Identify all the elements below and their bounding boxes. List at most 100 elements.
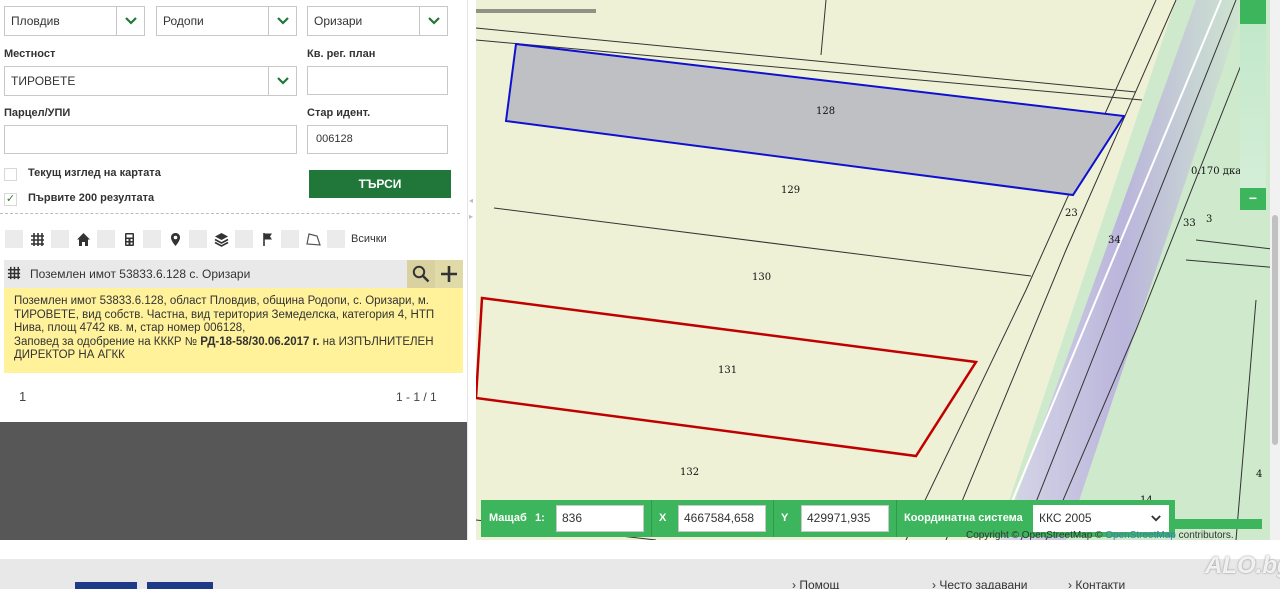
cadastral-map[interactable]: 128 129 130 131 132 23 34 33 3 14 4 0.17… <box>476 0 1280 540</box>
collapse-arrow-icon: ◂ <box>469 196 474 205</box>
order-prefix: Заповед за одобрение на КККР № <box>14 335 198 348</box>
current-view-label: Текущ изглед на картата <box>28 167 161 179</box>
y-label: Y <box>781 512 789 524</box>
bar-separator <box>651 500 652 537</box>
zoom-in-button[interactable] <box>1240 0 1266 24</box>
scale-prefix: 1: <box>535 512 545 524</box>
obshtina-select[interactable]: Родопи <box>156 6 297 36</box>
zemlishte-select[interactable]: Оризари <box>307 6 448 36</box>
footer-link-help[interactable]: › Помощ <box>792 578 839 589</box>
zoom-slider[interactable] <box>1240 0 1266 210</box>
mestnost-select[interactable]: ТИРОВЕТЕ <box>4 66 297 96</box>
grid-icon[interactable] <box>28 230 46 248</box>
order-number: РД-18-58/30.06.2017 г. <box>200 335 320 348</box>
filter-checkbox-buildings[interactable] <box>51 230 69 248</box>
old-id-input[interactable]: 006128 <box>307 125 448 154</box>
crs-value: ККС 2005 <box>1039 511 1092 525</box>
search-button[interactable]: ТЪРСИ <box>309 170 451 198</box>
zemlishte-value: Оризари <box>314 14 363 28</box>
page-footer: › Помощ › Често задавани › Контакти <box>0 559 1280 589</box>
chevron-down-icon <box>1151 515 1161 522</box>
area-label: 0.170 дка <box>1191 166 1241 177</box>
chevron-down-icon <box>116 7 144 35</box>
kv-input[interactable] <box>307 66 448 95</box>
scale-input[interactable]: 836 <box>556 505 644 532</box>
map-bar-extension <box>1175 519 1262 529</box>
scale-label: Мащаб <box>489 512 527 524</box>
filter-checkbox-points[interactable] <box>143 230 161 248</box>
empty-panel-area <box>0 422 467 540</box>
result-header[interactable]: Поземлен имот 53833.6.128 с. Оризари <box>4 260 463 288</box>
crs-select[interactable]: ККС 2005 <box>1033 505 1169 532</box>
filter-checkbox-plots[interactable] <box>5 230 23 248</box>
pagination-range: 1 - 1 / 1 <box>396 390 437 404</box>
result-title: Поземлен имот 53833.6.128 с. Оризари <box>30 267 251 281</box>
kv-label: Кв. рег. план <box>307 48 376 60</box>
filter-checkbox-units[interactable] <box>97 230 115 248</box>
x-input[interactable]: 4667584,658 <box>678 505 766 532</box>
home-icon[interactable] <box>74 230 92 248</box>
parcel-input[interactable] <box>4 125 297 154</box>
footer-link-faq[interactable]: › Често задавани <box>932 578 1027 589</box>
location-pin-icon[interactable] <box>166 230 184 248</box>
chevron-down-icon <box>419 7 447 35</box>
polygon-icon[interactable] <box>304 230 322 248</box>
plot-label-3: 3 <box>1206 214 1212 225</box>
parcel-label: Парцел/УПИ <box>4 107 71 119</box>
check-icon: ✓ <box>5 193 16 205</box>
divider <box>0 213 460 214</box>
plot-131-highlight[interactable] <box>476 296 979 458</box>
current-view-checkbox[interactable] <box>4 168 17 181</box>
filter-checkbox-markers[interactable] <box>235 230 253 248</box>
plot-label-131: 131 <box>718 365 737 376</box>
app-window: Пловдив Родопи Оризари Местност Кв. рег.… <box>0 0 1280 589</box>
search-icon <box>412 265 430 283</box>
watermark: ALO.bg <box>1205 552 1280 579</box>
old-id-label: Стар идент. <box>307 107 371 119</box>
bar-separator <box>773 500 774 537</box>
zoom-to-result-button[interactable] <box>407 260 435 288</box>
eu-logo[interactable] <box>147 582 213 589</box>
oblast-select[interactable]: Пловдив <box>4 6 145 36</box>
first200-label: Първите 200 резултата <box>28 192 155 204</box>
panel-splitter[interactable]: ◂ ▸ <box>467 0 476 540</box>
pagination-page[interactable]: 1 <box>19 389 26 404</box>
search-panel: Пловдив Родопи Оризари Местност Кв. рег.… <box>0 0 467 540</box>
plot-label-132: 132 <box>680 467 699 478</box>
mestnost-value: ТИРОВЕТЕ <box>11 74 76 88</box>
layers-icon[interactable] <box>212 230 230 248</box>
add-result-button[interactable] <box>435 260 463 288</box>
oblast-value: Пловдив <box>11 14 60 28</box>
bar-separator <box>896 500 897 537</box>
plot-label-130: 130 <box>752 272 771 283</box>
chevron-down-icon <box>268 7 296 35</box>
grid-icon <box>7 266 21 280</box>
plot-label-4: 4 <box>1256 469 1262 480</box>
plot-label-23: 23 <box>1065 208 1078 219</box>
first200-checkbox[interactable]: ✓ <box>4 193 17 206</box>
result-description: Поземлен имот 53833.6.128, област Пловди… <box>4 288 463 373</box>
scrollbar-thumb[interactable] <box>1272 215 1278 445</box>
footer-link-contacts[interactable]: › Контакти <box>1068 578 1125 589</box>
footer-logo[interactable] <box>75 582 137 589</box>
filter-checkbox-areas[interactable] <box>281 230 299 248</box>
mestnost-label: Местност <box>4 48 56 60</box>
plot-label-128: 128 <box>816 106 835 117</box>
plot-label-34: 34 <box>1108 235 1121 246</box>
plot-label-129: 129 <box>781 185 800 196</box>
filter-all-label: Всички <box>351 233 387 245</box>
filter-checkbox-all[interactable] <box>327 230 345 248</box>
attribution-prefix: Copyright © OpenStreetMap © <box>966 530 1103 541</box>
plot-label-33: 33 <box>1183 218 1196 229</box>
expand-arrow-icon: ▸ <box>469 212 474 221</box>
obshtina-value: Родопи <box>163 14 204 28</box>
zoom-out-button[interactable]: − <box>1240 188 1266 210</box>
map-canvas[interactable]: 128 129 130 131 132 23 34 33 3 14 4 0.17… <box>476 0 1280 540</box>
plot-128-highlight[interactable] <box>504 42 1126 197</box>
flag-icon[interactable] <box>258 230 276 248</box>
filter-checkbox-layers[interactable] <box>189 230 207 248</box>
y-input[interactable]: 429971,935 <box>801 505 889 532</box>
x-label: X <box>659 512 667 524</box>
osm-link[interactable]: OpenStreetMap <box>1105 530 1176 541</box>
calculator-icon[interactable] <box>120 230 138 248</box>
